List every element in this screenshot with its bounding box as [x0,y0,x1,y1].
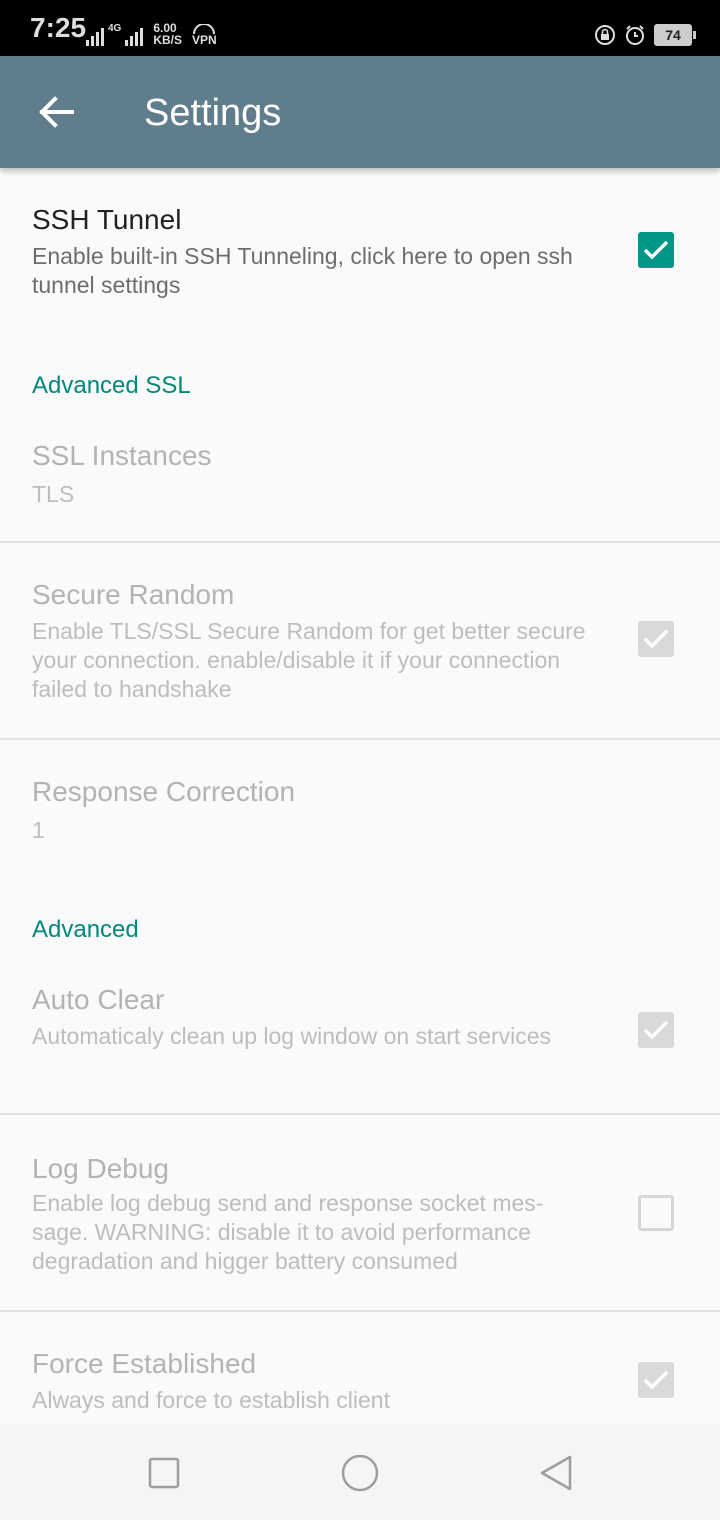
circle-icon [341,1454,379,1492]
pref-ssh-tunnel[interactable]: SSH Tunnel Enable built-in SSH Tunneling… [0,168,720,336]
network-type-label: 4G [108,23,122,34]
pref-title: Secure Random [32,579,235,610]
status-left-icons: 4G 6.00 KB/S VPN [86,16,217,46]
pref-force-established[interactable]: Force Established Always and force to es… [0,1312,720,1424]
pref-summary: Enable built-in SSH Tunneling, click her… [32,243,573,298]
pref-title: SSH Tunnel [32,204,182,235]
pref-auto-clear[interactable]: Auto Clear Automaticaly clean up log win… [0,964,720,1114]
check-icon [643,240,669,260]
ssh-tunnel-checkbox[interactable] [638,232,674,268]
signal-icon [86,24,104,46]
vpn-label: VPN [192,33,217,47]
pref-title: Auto Clear [32,984,165,1015]
secure-random-checkbox[interactable] [638,621,674,657]
speed-unit: KB/S [153,33,183,47]
home-button[interactable] [335,1452,385,1494]
category-advanced: Advanced [32,916,139,943]
pref-value: TLS [32,481,75,507]
log-debug-checkbox[interactable] [638,1195,674,1231]
check-icon [643,629,669,649]
recents-button[interactable] [139,1452,189,1494]
alarm-icon [626,25,644,45]
pref-summary: Automaticaly clean up log window on star… [32,1023,552,1049]
pref-title: Log Debug [32,1153,170,1184]
auto-clear-checkbox[interactable] [638,1012,674,1048]
vpn-indicator: VPN [192,24,217,46]
square-icon [148,1457,180,1489]
signal-icon-2 [125,24,144,46]
status-bar: 7:25 4G 6.00 KB/S VPN 74 [0,0,720,56]
network-speed: 6.00 KB/S [153,22,182,46]
nav-back-button[interactable] [531,1452,581,1494]
app-bar: Settings [0,56,720,168]
back-button[interactable] [22,78,90,146]
category-advanced-ssl: Advanced SSL [32,372,191,399]
pref-summary: Enable TLS/SSL Secure Random for get bet… [32,618,586,702]
force-established-checkbox[interactable] [638,1362,674,1398]
check-icon [643,1370,669,1390]
pref-summary: Enable log debug send and response socke… [32,1190,544,1274]
arrow-back-icon [39,96,74,128]
check-icon [643,1020,669,1040]
lock-rotation-icon [595,25,615,45]
page-title: Settings [144,92,282,134]
triangle-back-icon [540,1455,572,1491]
pref-summary: Always and force to establish client [32,1387,390,1413]
navigation-bar [0,1424,720,1520]
pref-title: Force Established [32,1348,257,1379]
status-right-icons: 74 [594,24,696,46]
battery-indicator: 74 [654,24,696,46]
pref-secure-random[interactable]: Secure Random Enable TLS/SSL Secure Rand… [0,543,720,739]
pref-title: SSL Instances [32,440,212,471]
pref-value: 1 [32,817,45,843]
pref-response-correction[interactable]: Response Correction 1 [0,740,720,870]
status-time: 7:25 [30,12,87,43]
pref-title: Response Correction [32,776,296,807]
pref-log-debug[interactable]: Log Debug Enable log debug send and resp… [0,1115,720,1311]
pref-ssl-instances[interactable]: SSL Instances TLS [0,420,720,542]
